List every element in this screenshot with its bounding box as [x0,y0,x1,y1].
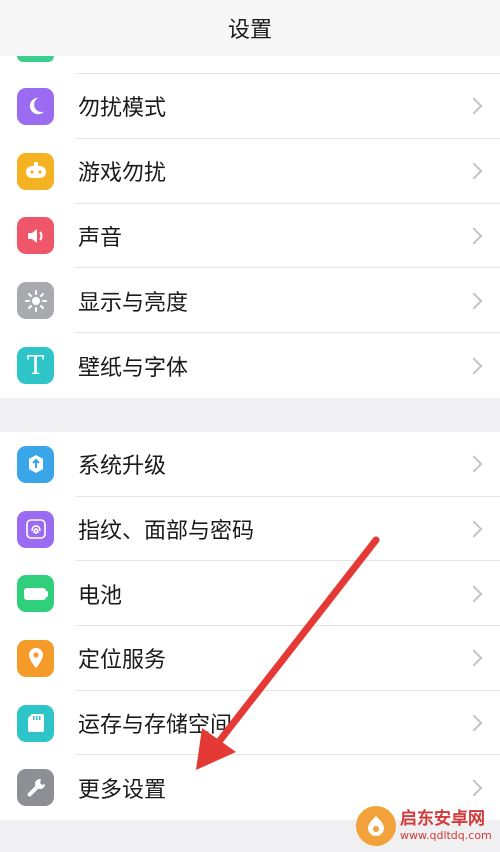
settings-item-fingerprint-face-password[interactable]: 指纹、面部与密码 [0,497,500,562]
settings-item-label: 勿扰模式 [78,96,167,122]
settings-item-system-update[interactable]: 系统升级 [0,432,500,497]
settings-item-location-services[interactable]: 定位服务 [0,626,500,691]
settings-item-label: 壁纸与字体 [78,355,189,381]
font-t-icon: T [17,347,54,385]
settings-item-label: 定位服务 [78,648,167,674]
chevron-right-icon [465,227,483,245]
settings-item-do-not-disturb[interactable]: 勿扰模式 [0,74,500,139]
partial-row-icon [17,56,54,62]
wrench-icon [17,769,54,807]
sd-card-icon [17,704,54,742]
chevron-right-icon [465,585,483,603]
settings-group-2: 系统升级 指纹、面部与密码 电池 定位服务 运存与存储空间 更多设置 [0,432,500,820]
page-title: 设置 [227,18,272,43]
battery-icon [17,575,54,613]
settings-item-label: 指纹、面部与密码 [78,519,255,545]
watermark-logo-icon [356,806,396,846]
settings-item-display-brightness[interactable]: 显示与亮度 [0,268,500,334]
settings-item-label: 运存与存储空间 [78,713,233,739]
chevron-right-icon [465,162,483,180]
settings-screen: 设置 勿扰模式 游戏勿扰 声音 显示与亮度 T 壁纸与字体 系统升级 指纹、面部… [0,0,500,852]
watermark-name: 启东安卓网 [400,809,485,829]
settings-item-label: 声音 [78,225,123,251]
settings-item-wallpaper-font[interactable]: T 壁纸与字体 [0,333,500,398]
title-bar: 设置 [0,0,500,56]
chevron-right-icon [465,649,483,667]
moon-icon [17,87,54,125]
chevron-right-icon [465,520,483,538]
gamepad-icon [17,152,54,190]
settings-item-sound[interactable]: 声音 [0,204,500,269]
settings-item-battery[interactable]: 电池 [0,561,500,627]
brightness-icon [17,282,54,320]
fingerprint-icon [17,510,54,548]
chevron-right-icon [465,292,483,310]
settings-group-1: 勿扰模式 游戏勿扰 声音 显示与亮度 T 壁纸与字体 [0,74,500,398]
location-pin-icon [17,639,54,677]
update-icon [17,445,54,483]
speaker-icon [17,217,54,255]
watermark-url: www.qdltdq.com [400,829,492,842]
chevron-right-icon [465,357,483,375]
settings-item-label: 显示与亮度 [78,290,189,316]
chevron-right-icon [465,97,483,115]
settings-item-label: 系统升级 [78,454,167,480]
settings-item-game-do-not-disturb[interactable]: 游戏勿扰 [0,139,500,204]
chevron-right-icon [465,714,483,732]
partial-settings-row[interactable] [0,56,500,74]
watermark: 启东安卓网 www.qdltdq.com [356,804,496,848]
chevron-right-icon [465,779,483,797]
settings-item-label: 电池 [78,583,123,609]
chevron-right-icon [465,455,483,473]
settings-item-label: 更多设置 [78,777,167,803]
settings-item-label: 游戏勿扰 [78,161,167,187]
settings-item-memory-storage[interactable]: 运存与存储空间 [0,691,500,756]
